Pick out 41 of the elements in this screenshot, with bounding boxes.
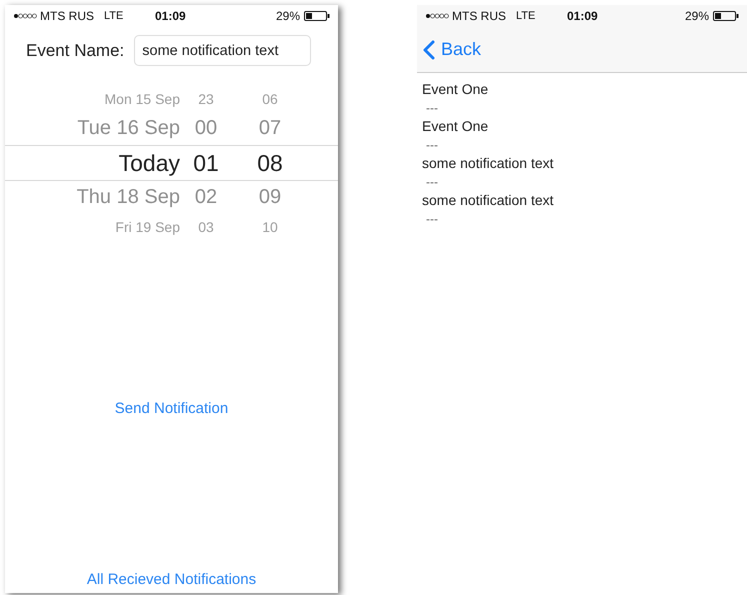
picker-hour[interactable]: 03 — [180, 219, 232, 235]
picker-day[interactable]: Today — [5, 150, 180, 176]
picker-hour[interactable]: 01 — [180, 150, 232, 176]
picker-minute[interactable]: 07 — [232, 117, 308, 140]
network-type: LTE — [104, 10, 124, 22]
signal-strength-icon — [13, 13, 37, 19]
picker-day[interactable]: Mon 15 Sep — [5, 91, 180, 107]
battery-icon — [304, 11, 330, 21]
picker-minute[interactable]: 10 — [232, 219, 308, 235]
picker-hour[interactable]: 00 — [180, 117, 232, 140]
status-time: 01:09 — [567, 9, 599, 23]
back-button[interactable]: Back — [423, 39, 482, 60]
battery-percent: 29% — [276, 9, 300, 23]
notification-detail: --- — [425, 212, 438, 228]
event-name-label: Event Name: — [26, 40, 124, 60]
notification-detail: --- — [425, 174, 438, 190]
carrier-name: MTS RUS — [40, 9, 94, 23]
network-type: LTE — [516, 10, 536, 22]
carrier-name: MTS RUS — [452, 9, 506, 23]
notification-title: some notification text — [422, 155, 555, 172]
notification-title: some notification text — [422, 192, 555, 210]
signal-strength-icon — [425, 13, 449, 19]
picker-day[interactable]: Tue 16 Sep — [5, 117, 180, 140]
picker-day[interactable]: Thu 18 Sep — [5, 186, 180, 209]
notification-detail: --- — [425, 100, 438, 116]
notification-detail: --- — [425, 138, 438, 154]
picker-hour[interactable]: 23 — [180, 91, 232, 107]
battery-icon — [713, 11, 739, 21]
picker-minute[interactable]: 09 — [232, 186, 308, 209]
notification-title: Event One — [422, 81, 490, 98]
picker-day[interactable]: Fri 19 Sep — [5, 219, 180, 235]
notification-title: Event One — [422, 118, 490, 136]
picker-minute[interactable]: 06 — [232, 91, 308, 107]
all-notifications-button[interactable]: All Recieved Notifications — [82, 569, 260, 590]
status-time: 01:09 — [155, 9, 187, 23]
picker-hour[interactable]: 02 — [180, 186, 232, 209]
battery-percent: 29% — [684, 9, 709, 23]
event-name-field[interactable]: some notification text — [134, 35, 312, 66]
picker-minute[interactable]: 08 — [232, 150, 308, 176]
send-notification-button[interactable]: Send Notification — [110, 398, 232, 419]
chevron-left-icon — [423, 40, 435, 60]
